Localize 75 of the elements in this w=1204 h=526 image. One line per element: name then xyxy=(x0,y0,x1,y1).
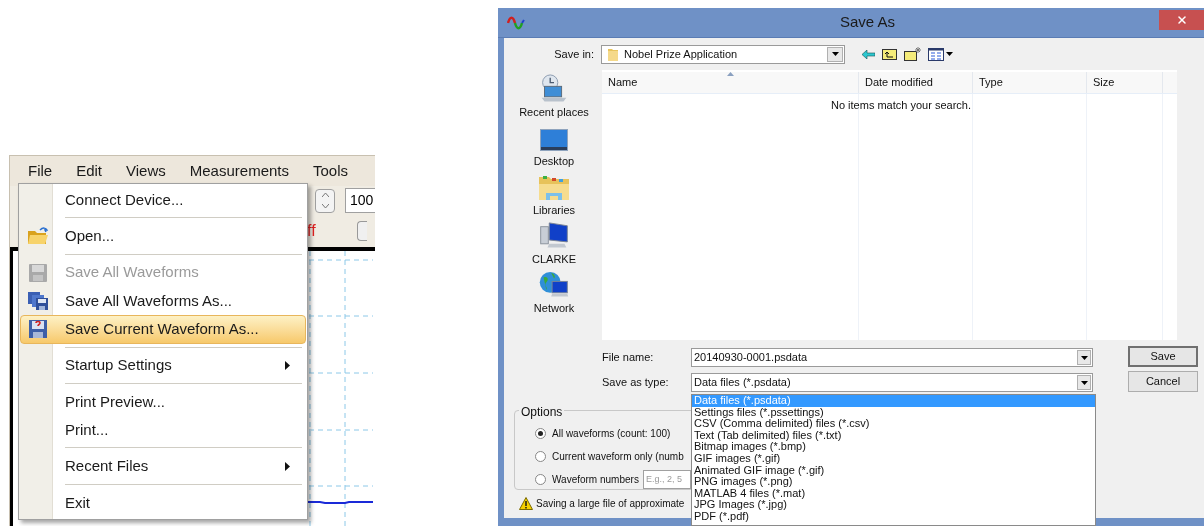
dialog-button[interactable]: Save xyxy=(1128,346,1198,367)
close-icon xyxy=(1175,14,1188,26)
file-type-option[interactable]: CSV (Comma delimited) files (*.csv) xyxy=(692,418,1095,430)
file-name-field[interactable]: 20140930-0001.psdata xyxy=(691,348,1093,367)
file-type-option[interactable]: GIF images (*.gif) xyxy=(692,452,1095,465)
new-folder-icon[interactable] xyxy=(904,47,921,61)
radio-button[interactable] xyxy=(535,450,546,462)
caret-icon xyxy=(946,52,953,56)
file-type-option[interactable]: Bitmap images (*.bmp) xyxy=(692,441,1095,453)
menu-item[interactable]: Save Current Waveform As... xyxy=(20,315,306,344)
floppy-disks-icon xyxy=(27,291,49,312)
column-header[interactable]: Date modified xyxy=(859,72,973,93)
menu-title[interactable]: File xyxy=(28,159,53,183)
dropdown-button[interactable] xyxy=(1077,350,1091,365)
file-type-option[interactable]: Settings files (*.pssettings) xyxy=(692,406,1095,419)
file-type-dropdown[interactable]: Data files (*.psdata) xyxy=(691,373,1093,392)
place-item[interactable]: Network xyxy=(509,270,599,319)
place-item[interactable]: Desktop xyxy=(509,123,599,172)
menu-item[interactable]: Open... xyxy=(20,222,306,251)
radio-button[interactable] xyxy=(535,473,546,485)
view-menu-button[interactable] xyxy=(928,47,953,61)
menu-title[interactable]: Edit xyxy=(76,159,103,183)
empty-message: No items match your search. xyxy=(831,98,971,113)
waveform-app-icon xyxy=(507,15,525,30)
caret-icon xyxy=(831,52,839,56)
radio-label[interactable]: All waveforms (count: 100) xyxy=(552,425,671,441)
file-type-option[interactable]: Animated GIF image (*.gif) xyxy=(692,464,1095,477)
file-type-option[interactable]: Text (Tab delimited) files (*.txt) xyxy=(692,429,1095,442)
dropdown-button[interactable] xyxy=(827,46,843,62)
save-as-type-label: Save as type: xyxy=(602,375,670,391)
menu-item[interactable]: Recent Files xyxy=(20,452,306,481)
menu-item[interactable]: Connect Device... xyxy=(20,186,306,215)
warning-icon xyxy=(519,497,533,510)
place-item[interactable]: Recent places xyxy=(509,74,599,123)
dropdown-button[interactable] xyxy=(1077,375,1091,390)
caret-icon xyxy=(1080,355,1088,360)
menu-item[interactable]: Exit xyxy=(20,488,306,518)
menu-title[interactable]: Measurements xyxy=(189,159,289,183)
folder-dropdown[interactable]: Nobel Prize Application xyxy=(601,44,845,64)
sort-arrow-icon xyxy=(727,72,734,76)
column-header[interactable]: Size xyxy=(1087,72,1163,93)
caret-icon xyxy=(1080,380,1088,385)
folder-icon xyxy=(27,226,49,247)
globe-computer-icon xyxy=(538,270,570,299)
up-folder-icon[interactable] xyxy=(882,48,897,60)
dialog-button[interactable]: Cancel xyxy=(1128,371,1198,392)
column-header[interactable]: Type xyxy=(973,72,1087,93)
folder-icon xyxy=(608,47,618,61)
place-item[interactable]: Libraries xyxy=(509,172,599,221)
menu-title[interactable]: Views xyxy=(126,159,166,183)
window-title: Save As xyxy=(840,12,896,33)
menu-item[interactable]: Save All Waveforms As... xyxy=(20,286,306,316)
save-in-label: Save in: xyxy=(553,46,594,62)
place-item[interactable]: CLARKE xyxy=(509,221,599,270)
radio-label[interactable]: Waveform numbers xyxy=(552,471,639,487)
menu-item[interactable]: Startup Settings xyxy=(20,351,306,380)
radio-label[interactable]: Current waveform only (numb xyxy=(552,448,684,464)
file-type-option[interactable]: JPG Images (*.jpg) xyxy=(692,499,1095,511)
floppy-disk-question-icon xyxy=(28,319,48,340)
back-arrow-icon[interactable] xyxy=(862,49,875,59)
file-type-option[interactable]: PDF (*.pdf) xyxy=(692,510,1095,523)
menu-item[interactable]: Print... xyxy=(20,416,306,445)
toolbar-text: ff xyxy=(307,221,317,242)
number-field[interactable]: 100 xyxy=(345,188,375,213)
menu-title[interactable]: Tools xyxy=(313,159,349,183)
menu-item[interactable]: Print Preview... xyxy=(20,387,306,417)
waveform-numbers-field[interactable]: E.g., 2, 5 xyxy=(642,469,691,489)
computer-icon xyxy=(538,221,570,250)
details-view-icon xyxy=(928,47,944,61)
warning-text: Saving a large file of approximate xyxy=(536,497,685,511)
radio-button[interactable] xyxy=(535,427,546,439)
file-name-label: File name: xyxy=(602,350,655,366)
file-type-option[interactable]: PNG images (*.png) xyxy=(692,476,1095,488)
monitor-icon xyxy=(539,127,569,152)
file-type-option[interactable]: MATLAB 4 files (*.mat) xyxy=(692,487,1095,500)
